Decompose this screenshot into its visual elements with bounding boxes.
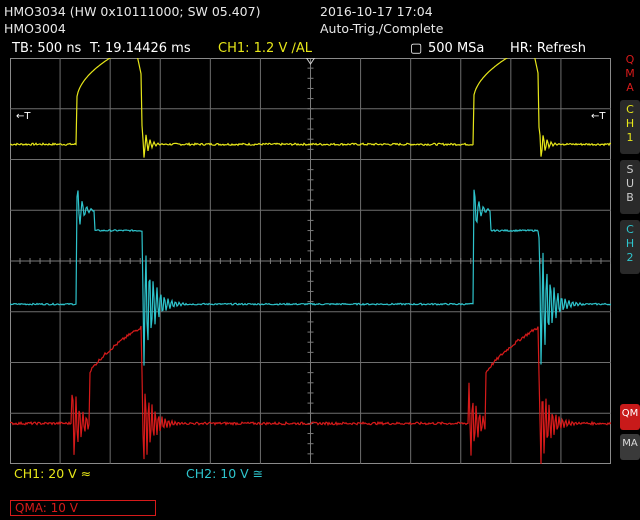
trigger-level-marker-left: ←T <box>16 111 31 122</box>
waveform-display[interactable]: 12M←T←T <box>10 58 611 464</box>
ch2-button[interactable]: CH2 <box>620 220 640 274</box>
ch1-scale[interactable]: CH1: 20 V ≈ <box>14 466 91 481</box>
storage-icon: ▢ <box>410 41 423 56</box>
timebase[interactable]: TB: 500 ns <box>12 41 81 56</box>
ch1-button[interactable]: CH1 <box>620 100 640 154</box>
scope-graticule: 12M←T←T <box>10 58 611 464</box>
sample-rate[interactable]: 500 MSa <box>428 41 484 56</box>
qma-button[interactable]: QMA <box>620 50 640 94</box>
ch2-scale[interactable]: CH2: 10 V ≅ <box>186 466 263 481</box>
model-info-2: HMO3004 <box>4 21 66 36</box>
info-header: HMO3034 (HW 0x10111000; SW 05.407) HMO30… <box>0 0 640 40</box>
trigger-time[interactable]: T: 19.14426 ms <box>90 41 191 56</box>
acq-refresh-mode[interactable]: HR: Refresh <box>510 41 586 56</box>
model-info: HMO3034 (HW 0x10111000; SW 05.407) <box>4 4 261 19</box>
sub-button[interactable]: SUB <box>620 160 640 214</box>
datetime: 2016-10-17 17:04 <box>320 4 433 19</box>
right-sidebar: QMA CH1 SUB CH2 QM MA <box>617 40 640 520</box>
qm-button[interactable]: QM <box>620 404 640 430</box>
ch1-trigger-level[interactable]: CH1: 1.2 V ∕AL <box>218 41 312 56</box>
status-bar: TB: 500 ns T: 19.14426 ms CH1: 1.2 V ∕AL… <box>0 40 616 58</box>
trigger-level-marker-right: ←T <box>591 111 606 122</box>
acquisition-mode: Auto-Trig./Complete <box>320 21 444 36</box>
qma-scale[interactable]: QMA: 10 V <box>10 500 156 516</box>
ma-button[interactable]: MA <box>620 434 640 460</box>
